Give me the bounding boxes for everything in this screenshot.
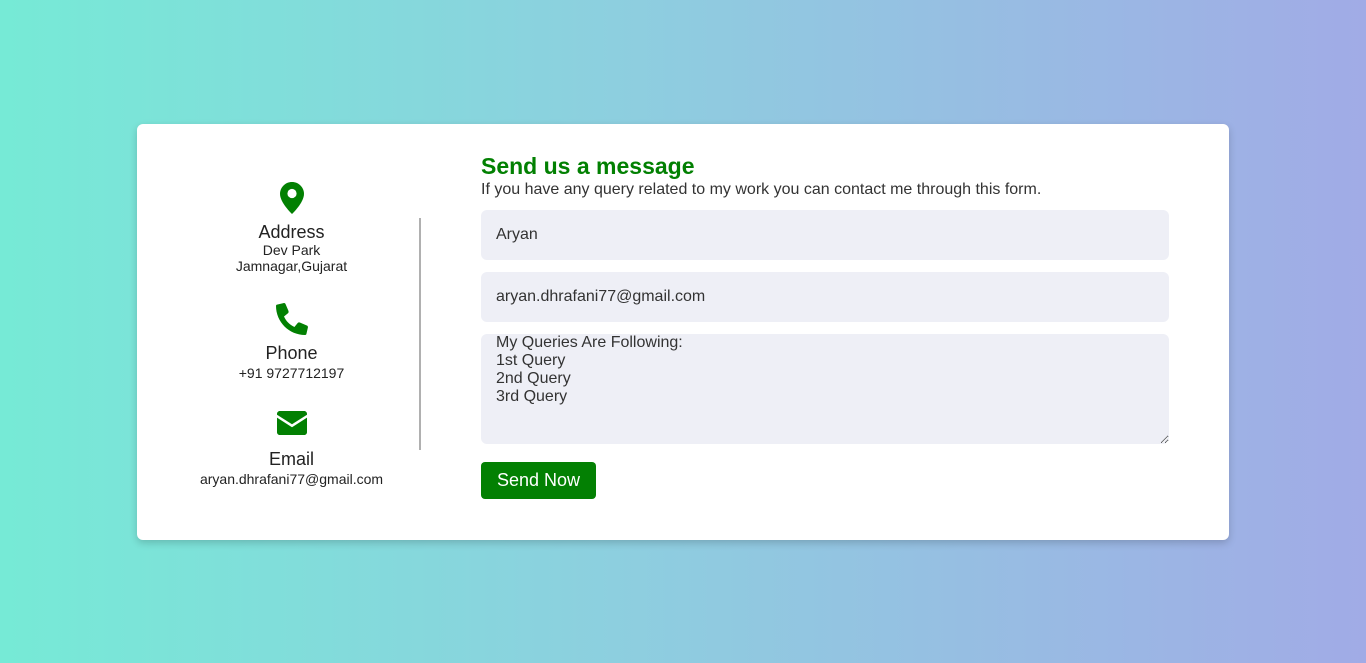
contact-card: Address Dev Park Jamnagar,Gujarat Phone … — [137, 124, 1229, 540]
form-subtitle: If you have any query related to my work… — [481, 181, 1042, 198]
phone-topic: Phone — [265, 343, 318, 363]
email-topic: Email — [268, 449, 314, 469]
form-title: Send us a message — [481, 153, 695, 179]
vertical-divider — [419, 218, 421, 450]
email-input[interactable] — [481, 272, 1169, 322]
email-details: Email aryan.dhrafani77@gmail.com — [177, 411, 406, 487]
address-line-2: Jamnagar,Gujarat — [235, 258, 348, 274]
address-topic: Address — [258, 222, 325, 242]
message-form: Send us a message If you have any query … — [481, 152, 1169, 499]
map-marker-icon — [177, 182, 406, 214]
message-textarea[interactable]: My Queries Are Following: 1st Query 2nd … — [481, 334, 1169, 444]
phone-details: Phone +91 9727712197 — [177, 303, 406, 381]
name-input[interactable] — [481, 210, 1169, 260]
address-details: Address Dev Park Jamnagar,Gujarat — [177, 182, 406, 274]
envelope-icon — [177, 411, 406, 435]
phone-icon — [177, 303, 406, 335]
phone-number: +91 9727712197 — [238, 365, 345, 381]
contact-info-panel: Address Dev Park Jamnagar,Gujarat Phone … — [137, 124, 445, 540]
send-now-button[interactable]: Send Now — [481, 462, 596, 499]
email-address: aryan.dhrafani77@gmail.com — [199, 471, 384, 487]
address-line-1: Dev Park — [262, 242, 321, 258]
